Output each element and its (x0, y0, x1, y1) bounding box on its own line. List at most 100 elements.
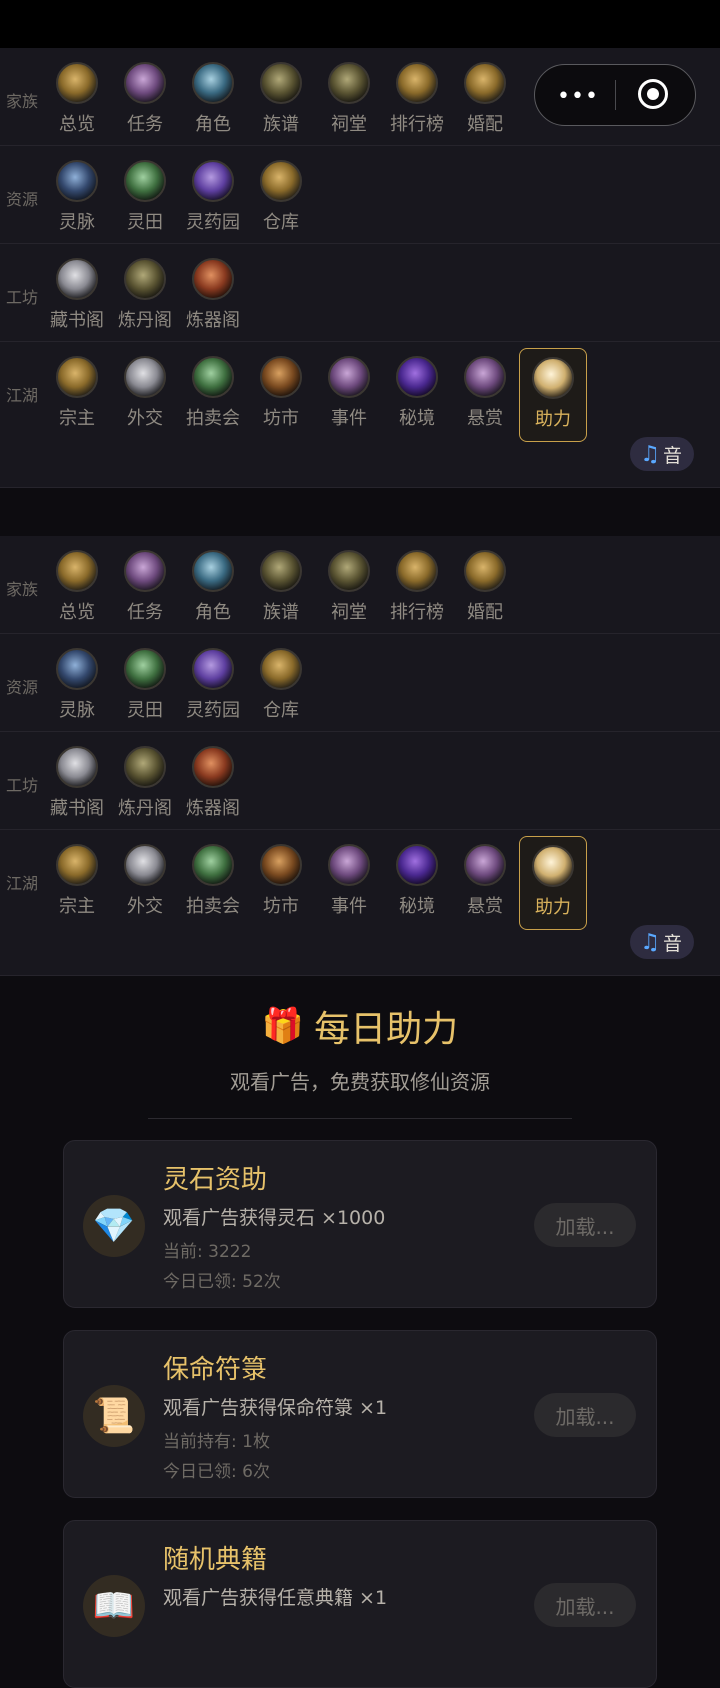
nav-item-icon (56, 746, 98, 788)
watch-ad-button[interactable]: 加载... (534, 1393, 636, 1437)
nav-item-宗主[interactable]: 宗主 (43, 356, 111, 450)
nav-item-icon (396, 550, 438, 592)
nav-item-icon (192, 258, 234, 300)
nav-item-label: 族谱 (263, 114, 299, 135)
nav-item-icon (396, 844, 438, 886)
nav-item-label: 坊市 (263, 896, 299, 917)
nav-item-总览[interactable]: 总览 (43, 550, 111, 644)
close-target-icon[interactable] (638, 79, 668, 109)
nav-item-icon (464, 550, 506, 592)
watch-ad-button[interactable]: 加载... (534, 1203, 636, 1247)
music-toggle-button[interactable]: ♫ 音 (630, 925, 694, 959)
nav-item-icon (124, 160, 166, 202)
nav-item-拍卖会[interactable]: 拍卖会 (179, 844, 247, 938)
daily-title: 🎁 每日助力 (0, 1000, 720, 1052)
reward-desc: 观看广告获得任意典籍 ×1 (163, 1587, 388, 1609)
nav-panel-2: 家族 总览 任务 角色 族谱 祠堂 排行榜 婚配 资源 灵脉 灵田 灵药园 仓库 工坊 藏书阁 炼丹阁 炼器阁江… (0, 536, 720, 976)
nav-item-icon (56, 648, 98, 690)
nav-item-灵田[interactable]: 灵田 (111, 648, 179, 742)
reward-claimed-today: 今日已领: 52次 (163, 1272, 281, 1292)
nav-item-族谱[interactable]: 族谱 (247, 62, 315, 156)
nav-item-族谱[interactable]: 族谱 (247, 550, 315, 644)
nav-item-label: 任务 (127, 602, 163, 623)
nav-item-炼丹阁[interactable]: 炼丹阁 (111, 746, 179, 840)
nav-items: 宗主 外交 拍卖会 坊市 事件 秘境 悬赏 助力 (43, 836, 587, 938)
nav-item-icon (192, 844, 234, 886)
nav-item-label: 排行榜 (390, 602, 444, 623)
nav-item-拍卖会[interactable]: 拍卖会 (179, 356, 247, 450)
nav-item-label: 祠堂 (331, 114, 367, 135)
nav-items: 宗主 外交 拍卖会 坊市 事件 秘境 悬赏 助力 (43, 348, 587, 450)
nav-item-秘境[interactable]: 秘境 (383, 844, 451, 938)
nav-item-仓库[interactable]: 仓库 (247, 160, 315, 254)
nav-item-悬赏[interactable]: 悬赏 (451, 356, 519, 450)
row-label: 江湖 (6, 874, 39, 893)
nav-item-灵脉[interactable]: 灵脉 (43, 648, 111, 742)
nav-item-炼器阁[interactable]: 炼器阁 (179, 258, 247, 352)
nav-item-label: 灵田 (127, 212, 163, 233)
nav-item-事件[interactable]: 事件 (315, 356, 383, 450)
nav-item-宗主[interactable]: 宗主 (43, 844, 111, 938)
row-label: 资源 (6, 678, 39, 697)
nav-item-祠堂[interactable]: 祠堂 (315, 62, 383, 156)
nav-item-婚配[interactable]: 婚配 (451, 550, 519, 644)
nav-item-悬赏[interactable]: 悬赏 (451, 844, 519, 938)
nav-item-坊市[interactable]: 坊市 (247, 844, 315, 938)
nav-item-label: 灵田 (127, 700, 163, 721)
nav-item-外交[interactable]: 外交 (111, 844, 179, 938)
nav-item-祠堂[interactable]: 祠堂 (315, 550, 383, 644)
nav-item-秘境[interactable]: 秘境 (383, 356, 451, 450)
nav-item-灵脉[interactable]: 灵脉 (43, 160, 111, 254)
music-toggle-button[interactable]: ♫ 音 (630, 437, 694, 471)
nav-item-灵药园[interactable]: 灵药园 (179, 648, 247, 742)
nav-item-角色[interactable]: 角色 (179, 550, 247, 644)
nav-item-任务[interactable]: 任务 (111, 62, 179, 156)
nav-item-label: 秘境 (399, 408, 435, 429)
nav-item-总览[interactable]: 总览 (43, 62, 111, 156)
nav-item-label: 任务 (127, 114, 163, 135)
nav-item-灵田[interactable]: 灵田 (111, 160, 179, 254)
nav-item-任务[interactable]: 任务 (111, 550, 179, 644)
nav-item-icon (56, 160, 98, 202)
status-bar (0, 0, 720, 48)
watch-ad-button[interactable]: 加载... (534, 1583, 636, 1627)
nav-item-icon (124, 844, 166, 886)
capsule-divider (615, 80, 616, 110)
nav-item-炼丹阁[interactable]: 炼丹阁 (111, 258, 179, 352)
daily-title-text: 每日助力 (314, 1009, 459, 1050)
nav-item-icon (464, 62, 506, 104)
reward-title: 灵石资助 (163, 1165, 268, 1195)
nav-item-助力[interactable]: 助力 (519, 836, 587, 930)
nav-item-藏书阁[interactable]: 藏书阁 (43, 746, 111, 840)
nav-item-藏书阁[interactable]: 藏书阁 (43, 258, 111, 352)
row-label: 资源 (6, 190, 39, 209)
nav-item-label: 仓库 (263, 212, 299, 233)
row-label: 工坊 (6, 288, 39, 307)
nav-item-事件[interactable]: 事件 (315, 844, 383, 938)
nav-item-icon (124, 62, 166, 104)
nav-item-婚配[interactable]: 婚配 (451, 62, 519, 156)
nav-item-排行榜[interactable]: 排行榜 (383, 550, 451, 644)
nav-item-炼器阁[interactable]: 炼器阁 (179, 746, 247, 840)
nav-item-icon (464, 356, 506, 398)
nav-item-icon (192, 356, 234, 398)
reward-card: 💎 灵石资助 观看广告获得灵石 ×1000 当前: 3222 今日已领: 52次 加载..… (63, 1140, 657, 1308)
nav-items: 总览 任务 角色 族谱 祠堂 排行榜 婚配 (43, 62, 519, 156)
reward-desc: 观看广告获得保命符箓 ×1 (163, 1397, 388, 1419)
reward-desc: 观看广告获得灵石 ×1000 (163, 1207, 386, 1229)
nav-item-助力[interactable]: 助力 (519, 348, 587, 442)
more-dots-icon[interactable]: ••• (557, 84, 599, 109)
reward-card: 📜 保命符箓 观看广告获得保命符箓 ×1 当前持有: 1枚 今日已领: 6次 加载... (63, 1330, 657, 1498)
nav-item-icon (260, 160, 302, 202)
nav-item-icon (192, 62, 234, 104)
nav-item-仓库[interactable]: 仓库 (247, 648, 315, 742)
music-note-icon: ♫ (640, 441, 660, 467)
nav-item-label: 炼器阁 (186, 310, 240, 331)
nav-item-排行榜[interactable]: 排行榜 (383, 62, 451, 156)
nav-item-灵药园[interactable]: 灵药园 (179, 160, 247, 254)
nav-item-坊市[interactable]: 坊市 (247, 356, 315, 450)
nav-row: 工坊 藏书阁 炼丹阁 炼器阁 (0, 244, 720, 342)
nav-item-外交[interactable]: 外交 (111, 356, 179, 450)
nav-item-角色[interactable]: 角色 (179, 62, 247, 156)
row-label: 家族 (6, 92, 39, 111)
